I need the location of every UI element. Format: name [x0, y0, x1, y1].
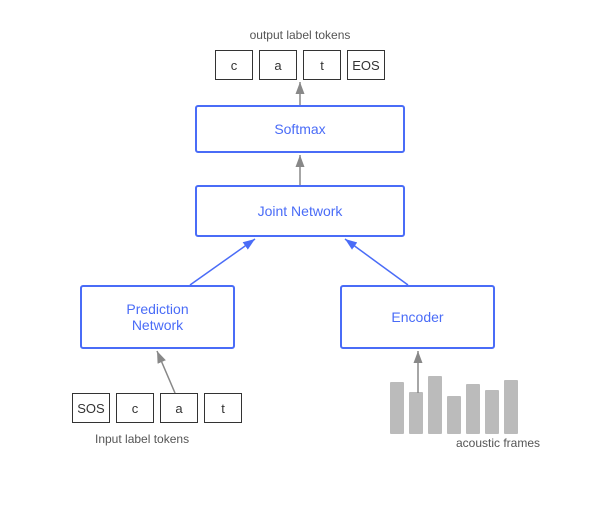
output-token-a: a — [259, 50, 297, 80]
output-token-row: c a t EOS — [215, 50, 385, 80]
output-label-caption: output label tokens — [250, 28, 351, 42]
joint-network-box: Joint Network — [195, 185, 405, 237]
acoustic-caption: acoustic frames — [456, 436, 540, 450]
output-token-eos: EOS — [347, 50, 385, 80]
input-token-t: t — [204, 393, 242, 423]
bar-6 — [485, 390, 499, 434]
bar-2 — [409, 392, 423, 434]
bar-7 — [504, 380, 518, 434]
bar-3 — [428, 376, 442, 434]
encoder-box: Encoder — [340, 285, 495, 349]
softmax-box: Softmax — [195, 105, 405, 153]
output-token-t: t — [303, 50, 341, 80]
bar-1 — [390, 382, 404, 434]
input-token-c: c — [116, 393, 154, 423]
prediction-network-box: Prediction Network — [80, 285, 235, 349]
input-token-row: SOS c a t — [72, 393, 242, 423]
input-token-a: a — [160, 393, 198, 423]
bar-4 — [447, 396, 461, 434]
bar-5 — [466, 384, 480, 434]
input-token-sos: SOS — [72, 393, 110, 423]
output-token-c: c — [215, 50, 253, 80]
input-label-caption: Input label tokens — [95, 432, 189, 446]
acoustic-frames — [390, 376, 518, 434]
